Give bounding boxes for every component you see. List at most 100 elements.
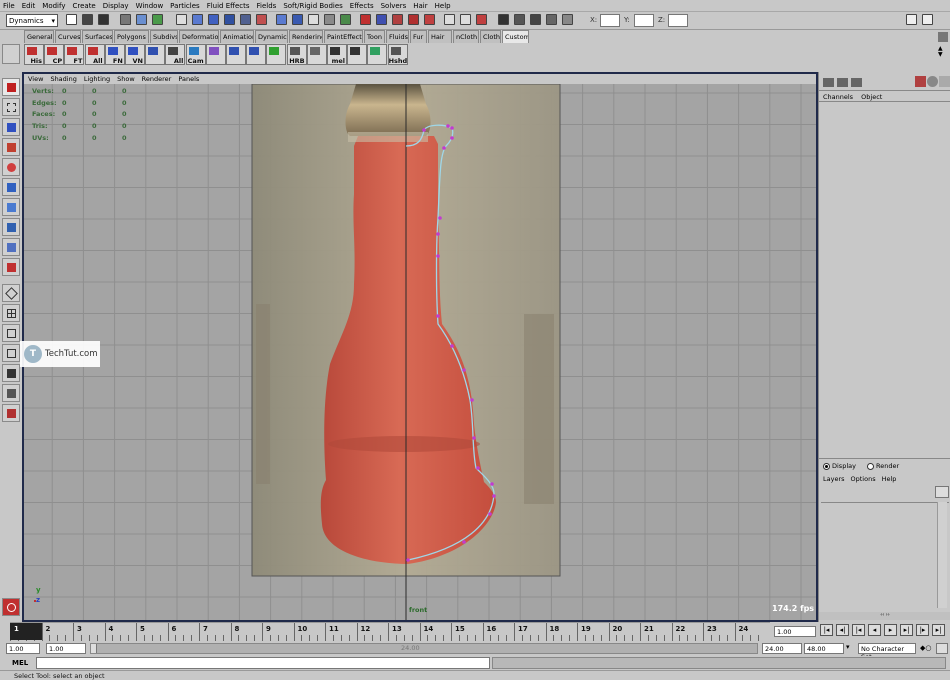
layout-single-perspective[interactable] [2,284,20,302]
maya-logo-button[interactable] [2,598,20,616]
new-scene-icon[interactable] [66,14,77,25]
tab-ncloth[interactable]: nCloth [453,30,479,43]
tab-surfaces[interactable]: Surfaces [82,30,113,43]
step-back-button[interactable]: ◂| [836,624,849,636]
y-field[interactable] [634,14,654,27]
tab-fur[interactable]: Fur [410,30,427,43]
outliner-icon[interactable] [408,14,419,25]
shelf-button-all-3[interactable]: All [84,44,105,65]
clapper-settings-icon[interactable] [530,14,541,25]
shelf-options-icon[interactable] [2,44,20,64]
channel-toggle-icon[interactable] [915,76,926,87]
shelf-button-ft-2[interactable]: FT [64,44,85,65]
snap-grid-icon[interactable] [192,14,203,25]
right-arrow-icon[interactable] [460,14,471,25]
tab-hair[interactable]: Hair [428,30,452,43]
character-set-field[interactable]: No Character Set [858,643,916,661]
shelf-button-cp-1[interactable]: CP [44,44,65,65]
z-field[interactable] [668,14,688,27]
mel-label[interactable]: MEL [12,659,28,667]
tab-cloth[interactable]: Cloth [480,30,501,43]
playback-end-field[interactable]: 24.00 [762,643,802,654]
step-forward-key-button[interactable]: ▸| [900,624,913,636]
snap-point-icon[interactable] [224,14,235,25]
layout-icon[interactable] [906,14,917,25]
object-menu[interactable]: Object [861,93,882,101]
menu-solvers[interactable]: Solvers [381,2,407,10]
shelf-button-vn-5[interactable]: VN [125,44,145,65]
layer-scrollbar[interactable] [937,502,947,608]
soft-mod-tool[interactable] [2,218,20,236]
tab-polygons[interactable]: Polygons [114,30,149,43]
render-settings-icon[interactable] [360,14,371,25]
transform-field-toggle-icon[interactable] [562,14,573,25]
shelf-button-render-11[interactable] [246,44,267,65]
shelf-button-joint-16[interactable] [347,44,368,65]
render-frame-icon[interactable] [324,14,335,25]
shelf-button-material-10[interactable] [226,44,246,65]
tab-custom[interactable]: Custom [502,30,529,43]
selection-mask-icon[interactable] [176,14,187,25]
range-slider-bar[interactable]: 24.00 [90,643,758,654]
tab-deformation[interactable]: Deformation [179,30,219,43]
time-slider[interactable]: 1 2 3 4 5 6 7 8 9 10 11 12 13 14 15 16 17 18 19 20 21 22 23 24 … [0,622,950,642]
snap-curve-icon[interactable] [208,14,219,25]
menu-fields[interactable]: Fields [257,2,277,10]
step-forward-button[interactable]: |▸ [916,624,929,636]
layer-mode-display[interactable]: Display [823,462,856,470]
layout-four-view[interactable] [2,304,20,322]
tab-toon[interactable]: Toon [364,30,385,43]
shelf-menu-icon[interactable] [922,14,933,25]
panel-menu-lighting[interactable]: Lighting [84,75,110,83]
shelf-button-all-7[interactable]: All [165,44,186,65]
shelf-scroll[interactable]: ▲ ▼ [938,46,948,66]
end-time-field[interactable]: 48.00 [804,643,844,654]
shelf-button-mel-15[interactable]: mel [327,44,347,65]
panel-menu-show[interactable]: Show [117,75,135,83]
menu-modify[interactable]: Modify [42,2,65,10]
play-forward-button[interactable]: ▸ [884,624,897,636]
layout-persp-graph[interactable] [2,364,20,382]
save-scene-icon[interactable] [98,14,109,25]
range-start-handle[interactable] [91,644,97,653]
menu-create[interactable]: Create [72,2,95,10]
film-icon[interactable] [546,14,557,25]
layer-menu-options[interactable]: Options [851,475,876,483]
open-scene-icon[interactable] [82,14,93,25]
paint-select-tool[interactable] [2,118,20,136]
attribute-editor-icon[interactable] [424,14,435,25]
step-back-key-button[interactable]: |◂ [852,624,865,636]
layout-two-side[interactable] [2,324,20,342]
mode-selector[interactable]: Dynamics ▾ [6,14,58,27]
menu-help[interactable]: Help [435,2,451,10]
show-manipulator-tool[interactable] [2,238,20,256]
tab-subdivs[interactable]: Subdivs [150,30,178,43]
last-tool[interactable] [2,258,20,276]
menu-effects[interactable]: Effects [350,2,374,10]
shelf-button-hypershade-9[interactable] [205,44,226,65]
graph-editor-icon[interactable] [392,14,403,25]
shelf-button-download-17[interactable] [367,44,388,65]
snap-view-icon[interactable] [240,14,251,25]
play-backward-button[interactable]: ◂ [868,624,881,636]
construction-history-icon[interactable] [308,14,319,25]
clapper-icon[interactable] [514,14,525,25]
panel-menu-panels[interactable]: Panels [178,75,199,83]
menu-edit[interactable]: Edit [22,2,36,10]
layer-menu-layers[interactable]: Layers [823,475,845,483]
panel-menu-renderer[interactable]: Renderer [142,75,172,83]
hypershade-status-icon[interactable] [376,14,387,25]
menu-hair[interactable]: Hair [413,2,427,10]
character-set-dropdown-icon[interactable]: ▾ [846,643,858,654]
tab-curves[interactable]: Curves [55,30,81,43]
tab-general[interactable]: General [24,30,54,43]
scale-tool[interactable] [2,178,20,196]
tab-animation[interactable]: Animation [220,30,254,43]
tab-dynamics[interactable]: Dynamics [255,30,288,43]
select-object-icon[interactable] [136,14,147,25]
shelf-button-fn-4[interactable]: FN [104,44,125,65]
menu-file[interactable]: File [3,2,15,10]
tab-painteffects[interactable]: PaintEffects [324,30,363,43]
menu-fluid-effects[interactable]: Fluid Effects [207,2,250,10]
left-arrow-icon[interactable] [444,14,455,25]
